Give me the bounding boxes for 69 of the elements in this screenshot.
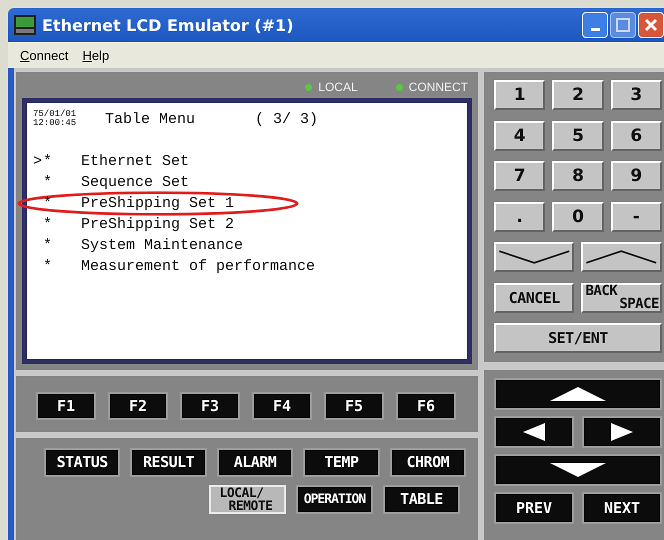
menu-entry[interactable]: PreShipping Set 2 (81, 216, 234, 233)
function-key[interactable]: F2 (108, 392, 168, 420)
keypad-key[interactable]: 1 (494, 80, 546, 110)
function-key[interactable]: F5 (324, 392, 384, 420)
keypad-key[interactable]: 3 (610, 80, 662, 110)
lcd-date: 75/01/01 (33, 110, 78, 119)
mode-key[interactable]: ALARM (216, 448, 294, 477)
keypad-key[interactable]: 7 (494, 161, 546, 192)
app-icon (14, 15, 36, 35)
bullet-icon: * (43, 258, 52, 275)
close-button[interactable] (638, 12, 664, 38)
close-icon (644, 18, 658, 32)
maximize-icon (616, 18, 630, 32)
function-key[interactable]: F6 (396, 392, 456, 420)
nav-button[interactable]: PREV (494, 492, 574, 524)
keypad-key[interactable]: 8 (552, 161, 604, 192)
menu-entry[interactable]: Ethernet Set (81, 153, 190, 170)
keypad-key[interactable]: 5 (552, 120, 604, 151)
function-key[interactable]: F3 (180, 392, 240, 420)
keypad-key[interactable]: 2 (552, 80, 604, 110)
menu-entry[interactable]: Measurement of performance (81, 258, 316, 275)
arrow-right-button[interactable] (582, 416, 662, 448)
mode-key[interactable]: TABLE (383, 485, 460, 514)
function-key[interactable]: F4 (252, 392, 312, 420)
mode-key[interactable]: RESULT (130, 448, 207, 477)
window-title: Ethernet LCD Emulator (#1) (42, 16, 294, 34)
menu-entry[interactable]: Sequence Set (81, 174, 190, 191)
minimize-button[interactable] (582, 12, 608, 38)
keypad-key[interactable]: 4 (494, 120, 546, 151)
menu-item[interactable]: Connect (20, 48, 68, 62)
arrow-up-icon (550, 387, 606, 401)
enter-button[interactable]: SET/ENT (494, 323, 662, 354)
lcd-time: 12:00:45 (33, 119, 78, 128)
menu-item[interactable]: Help (82, 48, 110, 62)
minimize-icon (590, 28, 600, 30)
keypad-key[interactable]: 6 (610, 120, 662, 151)
chevron-down-button[interactable] (494, 242, 574, 272)
nav-button[interactable]: NEXT (582, 492, 662, 524)
cursor-marker: > (33, 153, 42, 170)
mode-key[interactable]: OPERATION (296, 485, 373, 514)
arrow-up-button[interactable] (494, 378, 662, 410)
menu-entry[interactable]: PreShipping Set 1 (81, 195, 234, 212)
arrow-left-icon (523, 423, 545, 441)
page-counter: ( 3/ 3) (255, 110, 318, 128)
keypad-key[interactable]: BACK SPACE (581, 282, 662, 313)
bullet-icon: * (43, 174, 52, 191)
arrow-right-icon (611, 423, 633, 441)
keypad-key[interactable]: 9 (610, 161, 662, 192)
bullet-icon: * (43, 216, 52, 233)
bullet-icon: * (43, 195, 52, 212)
keypad-key[interactable]: 0 (552, 202, 604, 232)
bullet-icon: * (43, 237, 52, 254)
mode-key[interactable]: LOCAL/ REMOTE (209, 485, 286, 514)
arrow-down-button[interactable] (494, 454, 662, 486)
indicator-label: CONNECT (408, 80, 468, 94)
arrow-left-button[interactable] (494, 416, 574, 448)
mode-key[interactable]: STATUS (44, 448, 120, 477)
keypad-key[interactable]: - (610, 202, 662, 232)
keypad-key[interactable]: CANCEL (494, 282, 574, 313)
chevron-up-button[interactable] (581, 242, 662, 272)
function-key[interactable]: F1 (36, 392, 96, 420)
indicator-label: LOCAL (318, 80, 358, 94)
bullet-icon: * (43, 153, 52, 170)
mode-key[interactable]: TEMP (303, 448, 380, 477)
arrow-down-icon (550, 463, 606, 477)
keypad-key[interactable]: . (494, 202, 546, 232)
menu-entry[interactable]: System Maintenance (81, 237, 244, 254)
lcd-title: Table Menu (105, 110, 196, 128)
mode-key[interactable]: CHROM (390, 448, 466, 477)
